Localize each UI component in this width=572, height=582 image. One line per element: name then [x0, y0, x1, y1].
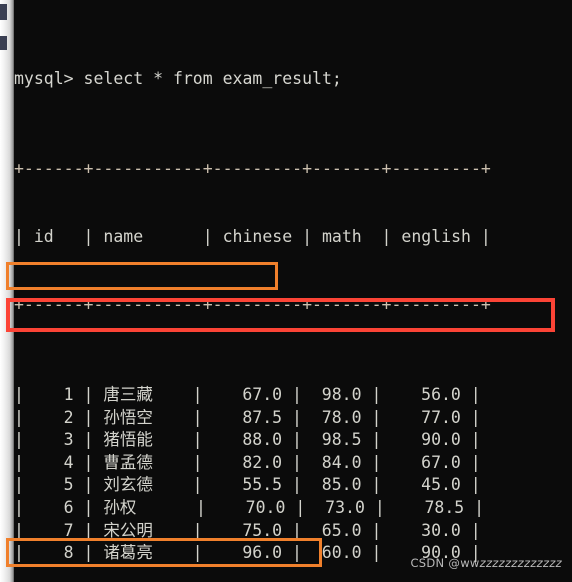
edge-marker-second: [0, 36, 7, 50]
table1-header-row: | id | name | chinese | math | english |: [14, 226, 491, 246]
cell-name: 孙权: [103, 498, 137, 518]
table1-top-rule: +------+-----------+---------+-------+--…: [14, 159, 491, 179]
cell-name: 唐三藏: [103, 385, 153, 405]
terminal-screenshot: mysql> select * from exam_result; +-----…: [0, 0, 572, 582]
edge-marker-top: [0, 4, 7, 20]
cell-name: 刘玄德: [103, 475, 153, 495]
table-row: | 6 | 孙权 | 70.0 | 73.0 | 78.5 |: [14, 498, 485, 518]
watermark-prefix: CSDN @ww: [410, 556, 480, 570]
cell-name: 曹孟德: [103, 452, 153, 472]
mysql-terminal-output[interactable]: mysql> select * from exam_result; +-----…: [14, 0, 572, 582]
command-line-1: mysql> select * from exam_result;: [14, 68, 342, 88]
cell-name: 猪悟能: [103, 430, 153, 450]
cell-name: 诸葛亮: [103, 543, 153, 563]
cell-name: 孙悟空: [103, 407, 153, 427]
table1-header-rule: +------+-----------+---------+-------+--…: [14, 294, 491, 314]
cell-name: 宋公明: [103, 520, 153, 540]
watermark-suffix: zzzzzzzzzzzzz: [479, 556, 562, 570]
table1-rows: | 1 | 唐三藏 | 67.0 | 98.0 | 56.0 | | 2 | 孙悟…: [14, 384, 572, 565]
window-edge-strip: [0, 0, 14, 582]
table-row: | 2 | 孙悟空 | 87.5 | 78.0 | 77.0 |: [14, 407, 481, 427]
table-row: | 3 | 猪悟能 | 88.0 | 98.5 | 90.0 |: [14, 430, 481, 450]
csdn-watermark: CSDN @wwzzzzzzzzzzzzz: [410, 556, 562, 570]
table-row: | 7 | 宋公明 | 75.0 | 65.0 | 30.0 |: [14, 520, 481, 540]
table-row: | 1 | 唐三藏 | 67.0 | 98.0 | 56.0 |: [14, 385, 481, 405]
table-row: | 5 | 刘玄德 | 55.5 | 85.0 | 45.0 |: [14, 475, 481, 495]
table-row: | 4 | 曹孟德 | 82.0 | 84.0 | 67.0 |: [14, 452, 481, 472]
